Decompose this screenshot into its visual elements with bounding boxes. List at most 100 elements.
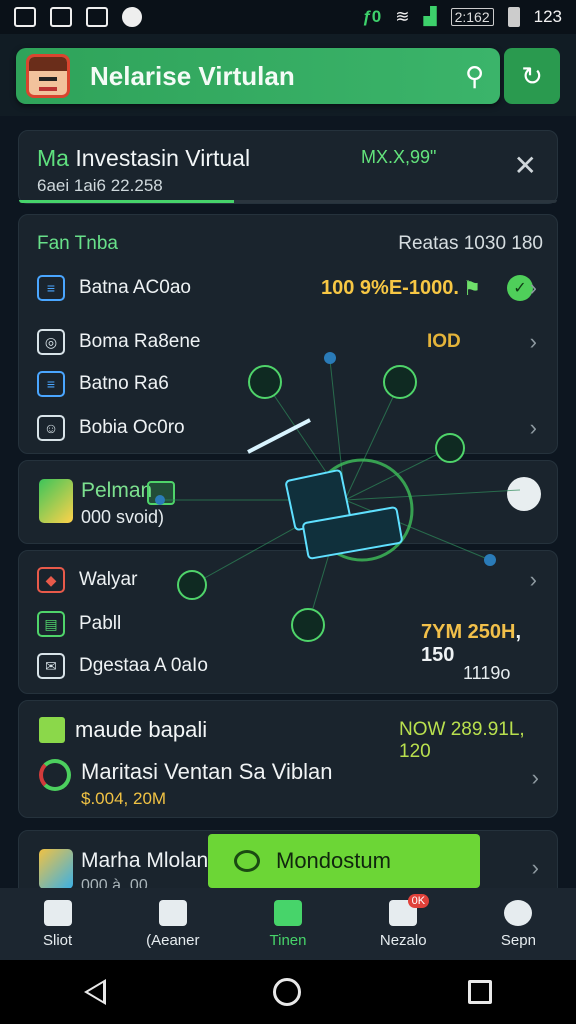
nav-home[interactable]: Sliot bbox=[0, 888, 115, 960]
signal-icon: ▟ bbox=[423, 7, 437, 26]
image-icon bbox=[14, 7, 36, 27]
nav-timer[interactable]: Tinen bbox=[230, 888, 345, 960]
list-item[interactable]: ☺ Bobia Oc0ro › bbox=[37, 411, 541, 445]
list-item-label: Pabll bbox=[79, 613, 122, 634]
home-circle-icon[interactable] bbox=[272, 978, 301, 1006]
pelman-badge-icon bbox=[147, 481, 175, 505]
list-item-label: Dgestaa A 0aIo bbox=[79, 655, 208, 676]
pelman-subtitle: 000 svoid) bbox=[81, 507, 165, 527]
chevron-right-icon[interactable]: › bbox=[530, 567, 537, 593]
nav-label: Sliot bbox=[43, 931, 73, 949]
chevron-right-icon[interactable]: › bbox=[530, 275, 537, 301]
close-icon[interactable]: ✕ bbox=[514, 149, 537, 182]
refresh-icon: ↻ bbox=[521, 60, 543, 91]
mail-icon: ✉ bbox=[37, 653, 65, 679]
recents-icon[interactable] bbox=[468, 980, 493, 1004]
signal-wave-icon bbox=[39, 759, 71, 791]
market-card[interactable]: maude bapali NOW 289.91L, 120 Maritasi V… bbox=[18, 700, 558, 818]
app-title: Nelarise Virtulan bbox=[90, 60, 295, 91]
market-row-title: Maritasi Ventan Sa Viblan bbox=[81, 759, 333, 784]
progress-fill bbox=[19, 200, 235, 203]
chevron-right-icon[interactable]: › bbox=[530, 415, 537, 441]
wallet-amount-main: 7YM 250H bbox=[421, 621, 516, 643]
app-bar: Nelarise Virtulan ⚲ ↻ bbox=[0, 34, 576, 116]
nav-label: (Aeaner bbox=[146, 931, 200, 949]
status-time-box: 2:162 bbox=[450, 8, 494, 26]
record-icon bbox=[122, 7, 142, 27]
chevron-right-icon[interactable]: › bbox=[530, 329, 537, 355]
accounts-header: Fan Tnba bbox=[37, 233, 118, 254]
last-card-title: Marha Mlolan bbox=[81, 849, 209, 872]
card-icon: ▤ bbox=[37, 611, 65, 637]
screenshot-icon bbox=[50, 7, 72, 27]
investment-card[interactable]: Ma Investasin Virtual 6aei 1ai6 22.258 M… bbox=[18, 130, 558, 204]
list-item-value: 100 9%E-1000. bbox=[321, 276, 459, 299]
investment-subtitle: 6aei 1ai6 22.258 bbox=[37, 176, 163, 195]
chevron-right-icon[interactable]: › bbox=[532, 765, 539, 791]
status-time: 123 bbox=[533, 7, 562, 26]
pelman-title: Pelman bbox=[81, 479, 153, 502]
investment-title-prefix: Ma bbox=[37, 145, 69, 171]
chevron-right-icon[interactable]: › bbox=[532, 855, 539, 881]
market-row-subtitle: $.004, 20M bbox=[81, 789, 167, 808]
nav-settings[interactable]: Sepn bbox=[461, 888, 576, 960]
cloud-icon bbox=[234, 850, 260, 872]
investment-progress bbox=[19, 200, 557, 203]
toast-button[interactable]: Mondostum bbox=[208, 834, 480, 888]
refresh-button[interactable]: ↻ bbox=[504, 48, 560, 104]
nav-label: Nezalo bbox=[379, 931, 427, 949]
list-item-label: Boma Ra8ene bbox=[79, 331, 201, 352]
bottom-nav: Sliot (Aeaner Tinen 0K Nezalo Sepn bbox=[0, 888, 576, 960]
search-bar[interactable]: Nelarise Virtulan ⚲ bbox=[16, 48, 500, 104]
status-left bbox=[14, 7, 142, 27]
list-item[interactable]: ◆ Walyar › bbox=[37, 563, 541, 597]
doc-icon: ≡ bbox=[37, 275, 65, 301]
wallet-amount: 7YM 250H, 150 bbox=[421, 621, 557, 667]
accounts-header-right: Reatas 1030 180 bbox=[398, 233, 543, 254]
avatar[interactable] bbox=[26, 54, 70, 98]
investment-title-main: Investasin Virtual bbox=[68, 145, 251, 171]
app-icon bbox=[39, 849, 73, 889]
robot-icon bbox=[274, 899, 302, 926]
wallet-icon: ◆ bbox=[37, 567, 65, 593]
app-icon bbox=[86, 7, 108, 27]
market-value: NOW 289.91L, 120 bbox=[399, 719, 525, 762]
document-icon bbox=[158, 899, 187, 926]
list-item-label: Batno Ra6 bbox=[79, 373, 169, 394]
list-item-label: Walyar bbox=[79, 569, 138, 590]
investment-value: MX.X,99" bbox=[361, 147, 437, 167]
accounts-card: Fan Tnba Reatas 1030 180 ≡ Batna AC0ao 1… bbox=[18, 214, 558, 454]
timer-icon[interactable] bbox=[507, 477, 541, 511]
wifi-icon: ≋ bbox=[395, 7, 410, 26]
list-item[interactable]: ≡ Batna AC0ao 100 9%E-1000. ⚑ ✓ › bbox=[37, 271, 541, 305]
market-title: maude bapali bbox=[75, 717, 208, 742]
wallet-count: 1119o bbox=[463, 663, 511, 683]
list-item-label: Batna AC0ao bbox=[79, 277, 191, 298]
chat-icon: ☺ bbox=[37, 415, 65, 441]
nav-label: Tinen bbox=[269, 931, 307, 949]
cube-icon bbox=[39, 717, 65, 743]
wallet-card: ◆ Walyar › ▤ Pabll ✉ Dgestaa A 0aIo 7YM … bbox=[18, 550, 558, 694]
investment-title: Ma Investasin Virtual bbox=[37, 145, 539, 172]
list-item-value: IOD bbox=[427, 331, 461, 352]
status-bar: ƒ0 ≋ ▟ 2:162 123 bbox=[0, 0, 576, 34]
toast-label: Mondostum bbox=[276, 848, 391, 873]
list-item[interactable]: ◎ Boma Ra8ene IOD › bbox=[37, 325, 541, 359]
back-icon[interactable] bbox=[83, 979, 106, 1005]
nav-notifications[interactable]: 0K Nezalo bbox=[346, 888, 461, 960]
battery-icon bbox=[507, 7, 520, 27]
list-item[interactable]: ≡ Batno Ra6 bbox=[37, 367, 541, 401]
pelman-card[interactable]: Pelman 000 svoid) bbox=[18, 460, 558, 544]
app-notification-icon: ƒ0 bbox=[362, 7, 382, 26]
nav-scanner[interactable]: (Aeaner bbox=[115, 888, 230, 960]
notification-badge: 0K bbox=[407, 894, 430, 908]
home-icon bbox=[43, 899, 72, 926]
nav-label: Sepn bbox=[500, 931, 536, 949]
runner-icon: ⚑ bbox=[463, 277, 481, 300]
settings-icon bbox=[504, 899, 533, 926]
list-item-label: Bobia Oc0ro bbox=[79, 417, 185, 438]
building-icon bbox=[39, 479, 73, 523]
camera-icon: ◎ bbox=[37, 329, 65, 355]
search-icon[interactable]: ⚲ bbox=[465, 61, 484, 92]
status-right: ƒ0 ≋ ▟ 2:162 123 bbox=[362, 7, 562, 27]
